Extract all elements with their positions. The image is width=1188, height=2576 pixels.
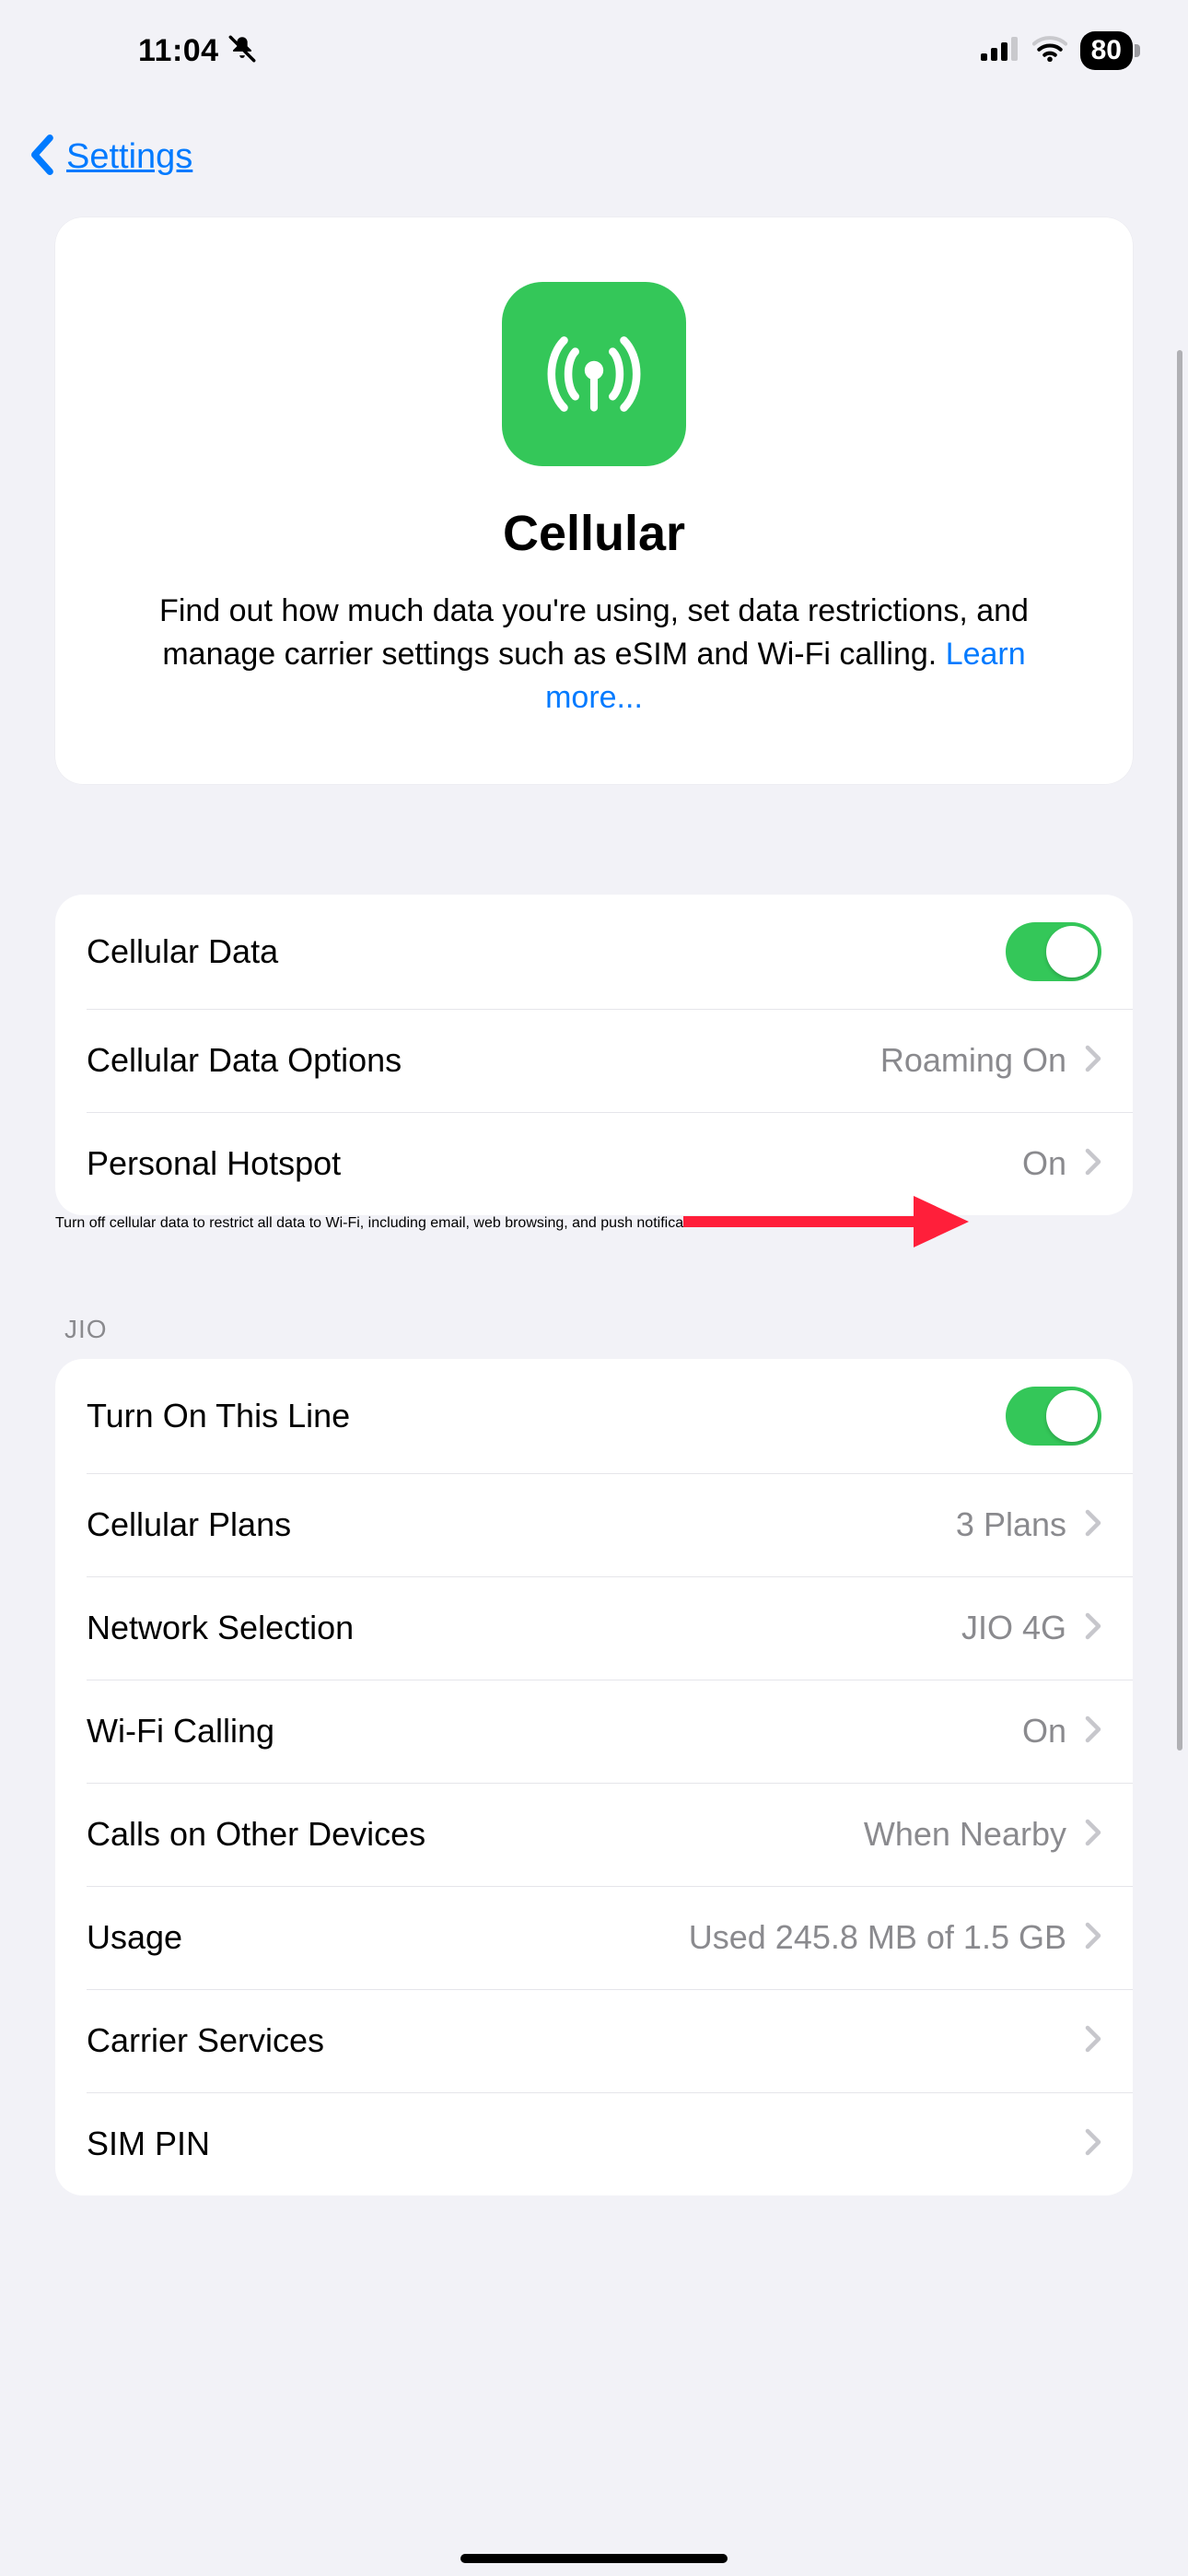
chevron-right-icon (1085, 1715, 1101, 1748)
row-label: Cellular Data Options (87, 1041, 402, 1080)
row-cellular-plans[interactable]: Cellular Plans 3 Plans (87, 1473, 1133, 1576)
row-network-selection[interactable]: Network Selection JIO 4G (87, 1576, 1133, 1680)
hero-description-text: Find out how much data you're using, set… (159, 593, 1029, 672)
chevron-right-icon (1085, 2128, 1101, 2160)
row-label: Network Selection (87, 1609, 354, 1647)
status-time: 11:04 (138, 33, 219, 69)
row-usage[interactable]: Usage Used 245.8 MB of 1.5 GB (87, 1886, 1133, 1989)
cellular-hero-icon (502, 282, 686, 466)
nav-bar: Settings (0, 101, 1188, 212)
chevron-right-icon (1085, 1045, 1101, 1077)
cellular-data-toggle[interactable] (1006, 922, 1101, 981)
chevron-left-icon (28, 135, 55, 180)
row-label: Cellular Plans (87, 1505, 291, 1544)
home-indicator[interactable] (460, 2554, 728, 2563)
battery-percent: 80 (1091, 35, 1122, 66)
back-button[interactable]: Settings (28, 135, 192, 180)
chevron-right-icon (1085, 1612, 1101, 1645)
row-cellular-data-options[interactable]: Cellular Data Options Roaming On (87, 1009, 1133, 1112)
status-bar: 11:04 80 (0, 0, 1188, 101)
row-personal-hotspot[interactable]: Personal Hotspot On (87, 1112, 1133, 1215)
cellular-signal-icon (981, 37, 1019, 65)
carrier-settings-group: Turn On This Line Cellular Plans 3 Plans… (55, 1359, 1133, 2195)
chevron-right-icon (1085, 1148, 1101, 1180)
row-turn-on-this-line[interactable]: Turn On This Line (55, 1359, 1133, 1473)
cellular-settings-group: Cellular Data Cellular Data Options Roam… (55, 895, 1133, 1215)
silent-icon (227, 33, 258, 69)
row-label: Usage (87, 1918, 182, 1957)
row-label: SIM PIN (87, 2125, 210, 2163)
scroll-indicator[interactable] (1177, 350, 1182, 1751)
row-value: Used 245.8 MB of 1.5 GB (689, 1918, 1066, 1957)
row-calls-on-other-devices[interactable]: Calls on Other Devices When Nearby (87, 1783, 1133, 1886)
chevron-right-icon (1085, 1509, 1101, 1541)
row-label: Turn On This Line (87, 1397, 350, 1435)
line-toggle[interactable] (1006, 1387, 1101, 1446)
hero-description: Find out how much data you're using, set… (101, 590, 1087, 720)
group-footer: Turn off cellular data to restrict all d… (55, 1215, 1133, 1232)
battery-indicator: 80 (1080, 31, 1133, 70)
chevron-right-icon (1085, 1922, 1101, 1954)
back-label: Settings (66, 137, 192, 177)
row-label: Cellular Data (87, 932, 278, 971)
row-sim-pin[interactable]: SIM PIN (87, 2092, 1133, 2195)
wifi-icon (1032, 36, 1067, 66)
row-label: Wi-Fi Calling (87, 1712, 274, 1751)
row-value: When Nearby (864, 1815, 1066, 1854)
row-value: 3 Plans (956, 1505, 1066, 1544)
row-cellular-data[interactable]: Cellular Data (55, 895, 1133, 1009)
row-label: Carrier Services (87, 2021, 324, 2060)
row-label: Calls on Other Devices (87, 1815, 425, 1854)
page-title: Cellular (101, 505, 1087, 562)
row-label: Personal Hotspot (87, 1144, 341, 1183)
row-value: Roaming On (880, 1041, 1066, 1080)
chevron-right-icon (1085, 1819, 1101, 1851)
chevron-right-icon (1085, 2025, 1101, 2057)
row-value: On (1022, 1144, 1066, 1183)
section-header-carrier: JIO (55, 1315, 1133, 1359)
hero-card: Cellular Find out how much data you're u… (55, 217, 1133, 784)
row-wifi-calling[interactable]: Wi-Fi Calling On (87, 1680, 1133, 1783)
row-value: On (1022, 1712, 1066, 1751)
row-carrier-services[interactable]: Carrier Services (87, 1989, 1133, 2092)
row-value: JIO 4G (961, 1609, 1066, 1647)
